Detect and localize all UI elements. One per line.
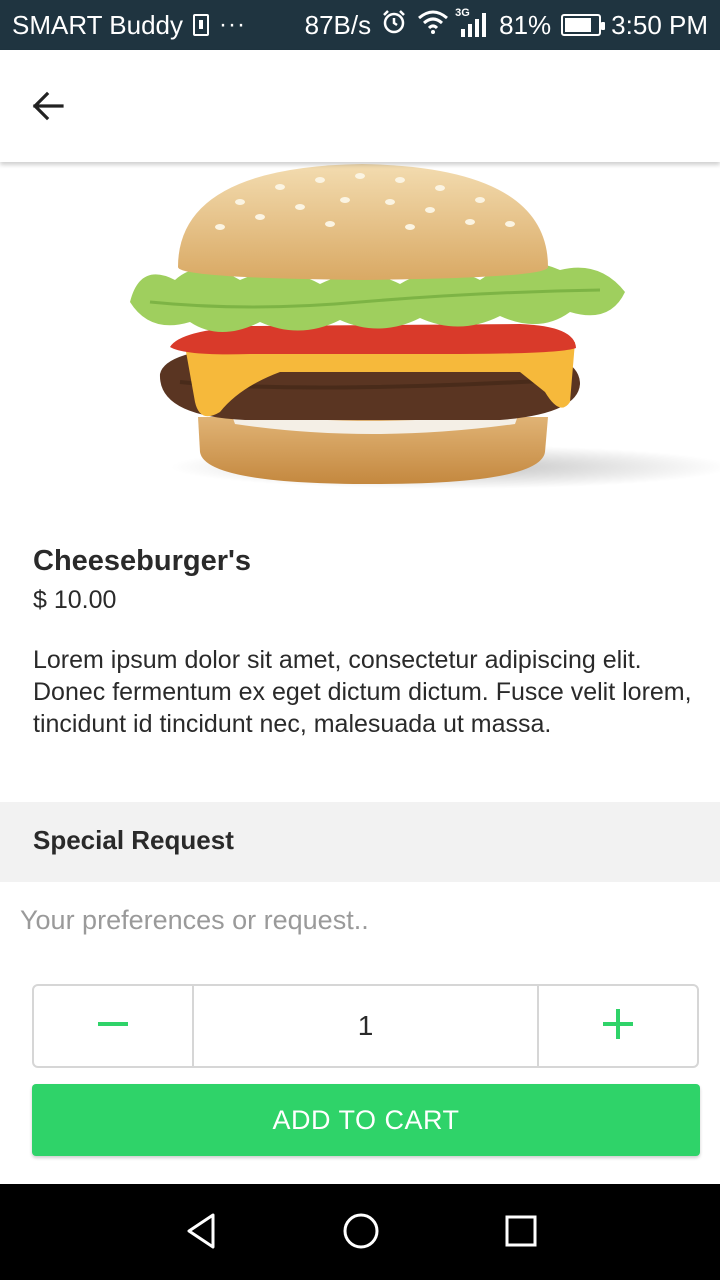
quantity-stepper: 1 bbox=[32, 984, 699, 1068]
minus-icon bbox=[96, 1007, 130, 1046]
status-bar: SMART Buddy ··· 87B/s 3G 81% 3:50 PM bbox=[0, 0, 720, 50]
special-request-title: Special Request bbox=[33, 825, 234, 855]
more-notifications-icon: ··· bbox=[219, 11, 246, 38]
battery-level-fill bbox=[565, 18, 592, 32]
sim-icon bbox=[193, 14, 210, 36]
nav-back-button[interactable] bbox=[176, 1208, 226, 1258]
product-description: Lorem ipsum dolor sit amet, consectetur … bbox=[33, 646, 692, 738]
plus-icon bbox=[601, 1007, 635, 1046]
system-nav-bar bbox=[0, 1184, 720, 1280]
app-bar bbox=[0, 50, 720, 162]
product-name: Cheeseburger's bbox=[33, 545, 252, 577]
alarm-icon bbox=[381, 9, 407, 42]
signal-icon: 3G bbox=[455, 7, 489, 37]
battery-percent: 81% bbox=[499, 9, 552, 40]
add-to-cart-button[interactable]: ADD TO CART bbox=[32, 1084, 700, 1156]
back-triangle-icon bbox=[181, 1211, 221, 1256]
carrier-name: SMART Buddy bbox=[12, 9, 184, 40]
battery-icon bbox=[561, 14, 606, 36]
clock: 3:50 PM bbox=[611, 9, 708, 40]
nav-recents-button[interactable] bbox=[496, 1208, 546, 1258]
quantity-value: 1 bbox=[357, 1010, 374, 1041]
product-image bbox=[0, 162, 720, 526]
nav-home-button[interactable] bbox=[336, 1208, 386, 1258]
wifi-icon bbox=[417, 10, 449, 41]
network-type: 3G bbox=[455, 7, 470, 19]
product-price: $ 10.00 bbox=[33, 586, 117, 614]
increase-quantity-button[interactable] bbox=[537, 986, 697, 1066]
special-request-header: Special Request bbox=[0, 802, 720, 882]
arrow-left-icon bbox=[30, 88, 66, 129]
special-request-input[interactable] bbox=[0, 884, 720, 956]
network-speed: 87B/s bbox=[304, 9, 372, 40]
decrease-quantity-button[interactable] bbox=[34, 986, 194, 1066]
recents-square-icon bbox=[501, 1211, 541, 1256]
back-button[interactable] bbox=[20, 80, 76, 136]
home-circle-icon bbox=[341, 1211, 381, 1256]
